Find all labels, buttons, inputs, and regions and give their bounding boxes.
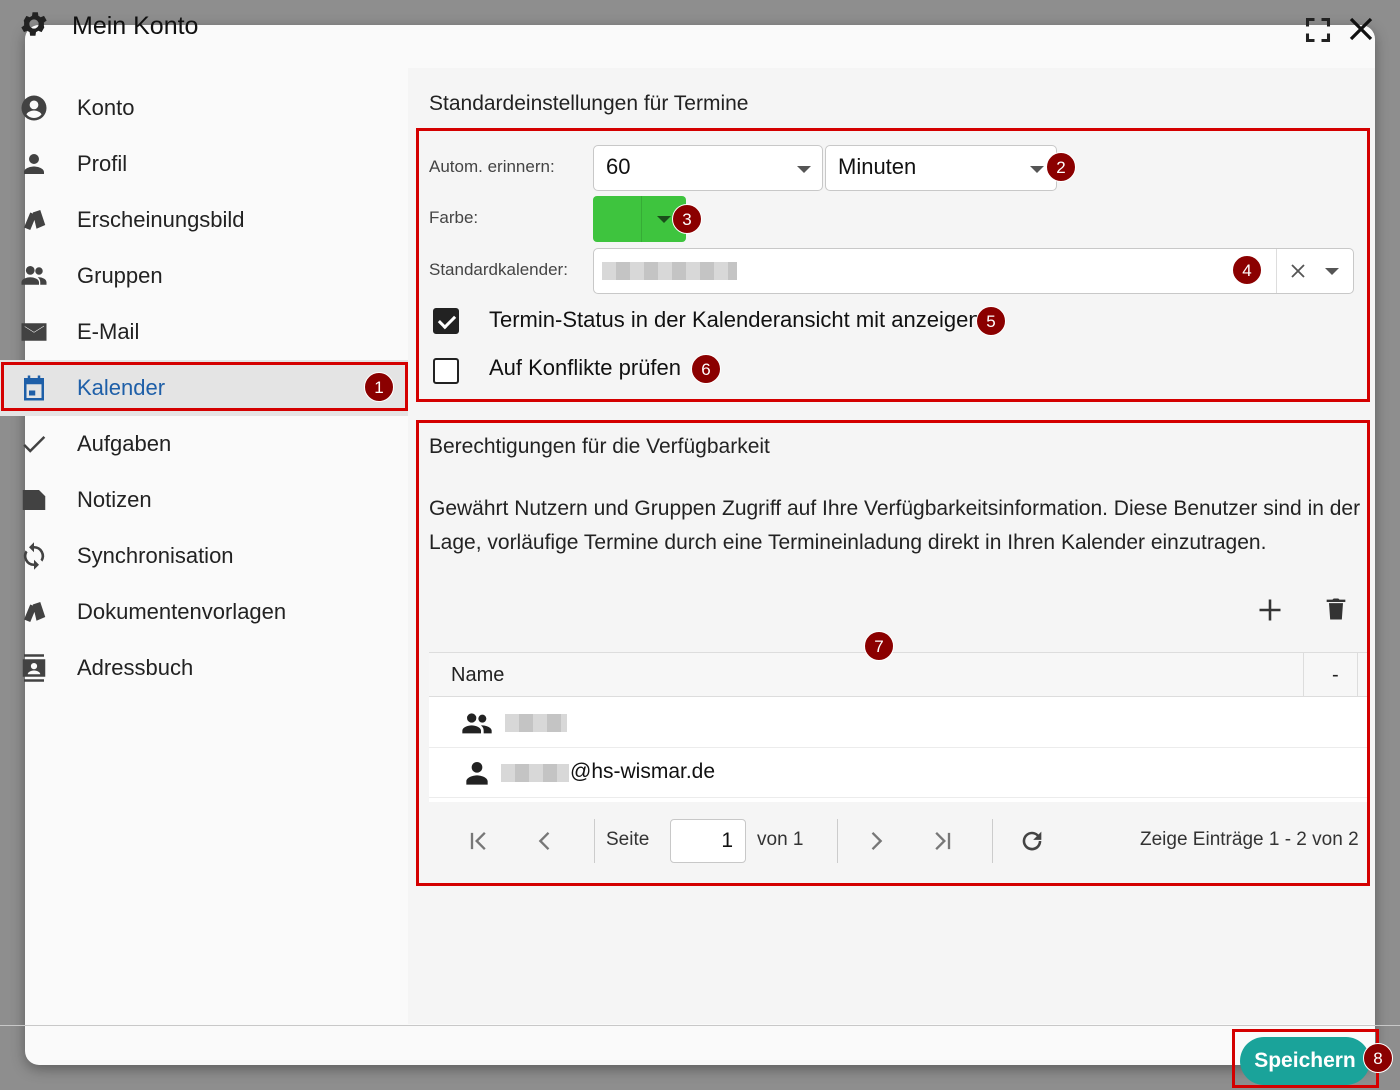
annotation-box — [416, 128, 1370, 402]
address-book-icon — [18, 652, 50, 684]
group-icon — [18, 260, 50, 292]
sidebar-item-gruppen[interactable]: Gruppen — [0, 248, 408, 304]
sidebar-item-label: Synchronisation — [77, 543, 234, 568]
account-circle-icon — [18, 92, 50, 124]
sidebar-item-label: Dokumentenvorlagen — [77, 599, 287, 624]
sidebar-item-label: Profil — [77, 151, 128, 176]
sidebar-item-label: Erscheinungsbild — [77, 207, 245, 232]
sidebar-item-profil[interactable]: Profil — [0, 136, 408, 192]
sidebar-item-dokumentenvorlagen[interactable]: Dokumentenvorlagen — [0, 584, 408, 640]
annotation-badge: 8 — [1363, 1043, 1393, 1073]
annotation-box — [1232, 1029, 1379, 1088]
sidebar-item-label: Konto — [77, 95, 135, 120]
annotation-box — [1, 362, 408, 411]
sidebar-item-label: Notizen — [77, 487, 152, 512]
sidebar-item-label: Gruppen — [77, 263, 163, 288]
annotation-badge: 4 — [1232, 255, 1262, 285]
template-icon — [18, 596, 50, 628]
annotation-badge: 1 — [364, 372, 394, 402]
sidebar-item-synchronisation[interactable]: Synchronisation — [0, 528, 408, 584]
sync-icon — [18, 540, 50, 572]
annotation-box — [416, 420, 1370, 886]
sidebar-item-email[interactable]: E-Mail — [0, 304, 408, 360]
mail-icon — [18, 316, 50, 348]
palette-icon — [18, 204, 50, 236]
annotation-badge: 3 — [672, 204, 702, 234]
check-icon — [18, 428, 50, 460]
window-title: Mein Konto — [72, 12, 199, 40]
person-icon — [18, 148, 50, 180]
annotation-badge: 5 — [976, 306, 1006, 336]
maximize-icon[interactable] — [1304, 16, 1332, 44]
annotation-badge: 7 — [864, 631, 894, 661]
sidebar-item-konto[interactable]: Konto — [0, 80, 408, 136]
close-icon[interactable] — [1346, 14, 1376, 44]
gear-icon — [21, 12, 47, 36]
sidebar-item-label: Adressbuch — [77, 655, 194, 680]
annotation-badge: 6 — [691, 354, 721, 384]
sidebar-item-notizen[interactable]: Notizen — [0, 472, 408, 528]
annotation-badge: 2 — [1046, 152, 1076, 182]
note-icon — [18, 484, 50, 516]
title-bar: Mein Konto — [0, 0, 1400, 60]
defaults-section-title: Standardeinstellungen für Termine — [429, 92, 749, 115]
sidebar-item-adressbuch[interactable]: Adressbuch — [0, 640, 408, 696]
sidebar-item-label: E-Mail — [77, 319, 140, 344]
sidebar-item-erscheinungsbild[interactable]: Erscheinungsbild — [0, 192, 408, 248]
footer-divider — [0, 1025, 1400, 1026]
sidebar-item-label: Aufgaben — [77, 431, 172, 456]
sidebar-item-aufgaben[interactable]: Aufgaben — [0, 416, 408, 472]
